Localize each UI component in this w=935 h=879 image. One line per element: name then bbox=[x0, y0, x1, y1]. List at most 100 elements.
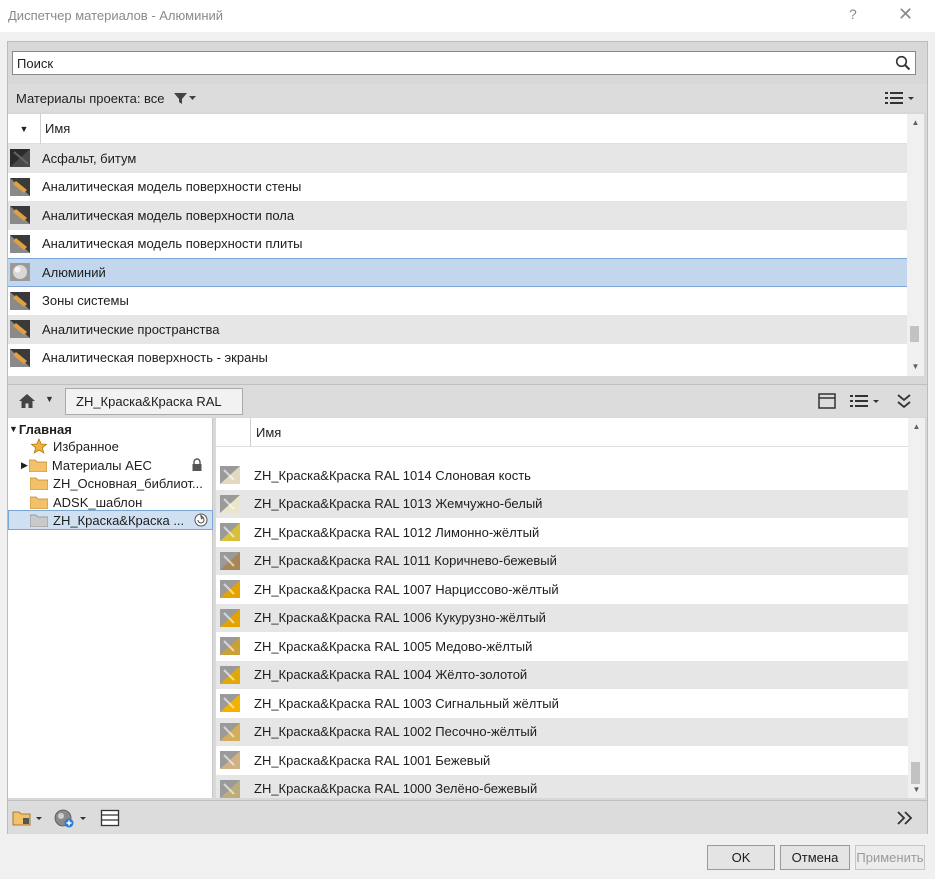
sort-indicator-icon[interactable]: ▼ bbox=[8, 124, 40, 134]
close-button[interactable]: ✕ bbox=[898, 4, 913, 25]
tree-item-label: Материалы AEC bbox=[51, 457, 152, 473]
create-material-icon[interactable] bbox=[54, 808, 88, 828]
library-material-name: ZH_Краска&Краска RAL 1012 Лимонно-жёлтый bbox=[254, 524, 540, 540]
search-input[interactable] bbox=[13, 52, 883, 74]
material-row[interactable]: Асфальт, битум bbox=[8, 144, 907, 173]
material-row[interactable]: Зоны системы bbox=[8, 286, 907, 315]
library-materials-list: Имя ZH_Краска&Краска RAL 1014 Слоновая к… bbox=[216, 418, 908, 798]
library-list-header: Имя bbox=[216, 418, 908, 447]
library-material-row[interactable]: ZH_Краска&Краска RAL 1006 Кукурузно-жёлт… bbox=[216, 603, 908, 632]
library-material-name: ZH_Краска&Краска RAL 1011 Коричнево-беже… bbox=[254, 553, 557, 569]
tree-item-aec[interactable]: ▶ Материалы AEC bbox=[21, 456, 211, 474]
material-swatch-icon bbox=[220, 608, 240, 627]
tree-item-favorites[interactable]: Избранное bbox=[30, 437, 119, 455]
star-icon bbox=[30, 438, 48, 454]
library-material-row[interactable]: ZH_Краска&Краска RAL 1001 Бежевый bbox=[216, 746, 908, 775]
library-material-row[interactable]: ZH_Краска&Краска RAL 1007 Нарциссово-жёл… bbox=[216, 575, 908, 604]
library-list-scrollbar[interactable]: ▲ ▼ bbox=[908, 418, 925, 798]
material-name: Зоны системы bbox=[42, 293, 129, 309]
expand-arrow-icon[interactable]: ▼ bbox=[9, 424, 18, 434]
tree-item-adsk[interactable]: ADSK_шаблон bbox=[30, 493, 142, 511]
material-name: Аналитическая поверхность - экраны bbox=[42, 350, 268, 366]
window-title: Диспетчер материалов - Алюминий bbox=[8, 8, 224, 23]
library-material-row[interactable]: ZH_Краска&Краска RAL 1011 Коричнево-беже… bbox=[216, 546, 908, 575]
tree-item-zh-main[interactable]: ZH_Основная_библиот... bbox=[30, 474, 203, 492]
project-list-scrollbar[interactable]: ▲ ▼ bbox=[907, 114, 924, 376]
material-swatch-icon bbox=[10, 206, 30, 225]
library-material-row[interactable]: ZH_Краска&Краска RAL 1012 Лимонно-жёлтый bbox=[216, 518, 908, 547]
chevron-down-icon bbox=[189, 95, 196, 100]
material-name: Аналитическая модель поверхности плиты bbox=[42, 236, 303, 252]
material-swatch-icon bbox=[220, 494, 240, 513]
library-view-options-icon[interactable] bbox=[848, 392, 882, 410]
library-material-row[interactable]: ZH_Краска&Краска RAL 1003 Сигнальный жёл… bbox=[216, 689, 908, 718]
material-swatch-icon bbox=[220, 665, 240, 684]
library-bar: ▼ ZH_Краска&Краска RAL bbox=[8, 384, 927, 417]
lock-icon bbox=[192, 458, 202, 471]
library-material-name: ZH_Краска&Краска RAL 1006 Кукурузно-жёлт… bbox=[254, 610, 546, 626]
column-header-name[interactable]: Имя bbox=[250, 418, 281, 447]
expand-panel-icon[interactable] bbox=[895, 810, 915, 826]
material-row[interactable]: Алюминий bbox=[8, 258, 907, 287]
library-menu-icon[interactable] bbox=[12, 809, 44, 827]
material-swatch-icon bbox=[10, 348, 30, 367]
library-material-row[interactable]: ZH_Краска&Краска RAL 1014 Слоновая кость bbox=[216, 461, 908, 490]
scroll-down-arrow-icon[interactable]: ▼ bbox=[907, 362, 924, 371]
library-tree: ▼ Главная Избранное ▶ Материалы AEC ZH_О… bbox=[8, 418, 213, 798]
column-header-name[interactable]: Имя bbox=[40, 114, 70, 144]
material-swatch-icon bbox=[10, 234, 30, 253]
material-name: Аналитическая модель поверхности стены bbox=[42, 179, 302, 195]
library-material-name: ZH_Краска&Краска RAL 1007 Нарциссово-жёл… bbox=[254, 581, 559, 597]
library-material-name: ZH_Краска&Краска RAL 1013 Жемчужно-белый bbox=[254, 496, 543, 512]
library-material-row[interactable]: ZH_Краска&Краска RAL 1005 Медово-жёлтый bbox=[216, 632, 908, 661]
library-material-row[interactable]: ZH_Краска&Краска RAL 1013 Жемчужно-белый bbox=[216, 489, 908, 518]
apply-button[interactable]: Применить bbox=[855, 845, 925, 870]
expand-arrow-icon[interactable]: ▶ bbox=[21, 460, 28, 471]
scroll-up-arrow-icon[interactable]: ▲ bbox=[908, 422, 925, 431]
tree-item-home[interactable]: ▼ Главная bbox=[9, 420, 72, 438]
scroll-up-arrow-icon[interactable]: ▲ bbox=[907, 118, 924, 127]
help-button[interactable]: ? bbox=[849, 6, 857, 22]
library-material-name: ZH_Краска&Краска RAL 1004 Жёлто-золотой bbox=[254, 667, 528, 683]
library-material-row[interactable]: ZH_Краска&Краска RAL 1000 Зелёно-бежевый bbox=[216, 774, 908, 798]
history-dropdown-icon[interactable]: ▼ bbox=[45, 394, 54, 404]
material-row[interactable]: Аналитические пространства bbox=[8, 315, 907, 344]
project-materials-list: ▼ Имя Асфальт, битум Аналитическая модель… bbox=[8, 114, 907, 376]
material-swatch-icon bbox=[220, 637, 240, 656]
breadcrumb[interactable]: ZH_Краска&Краска RAL bbox=[65, 388, 243, 415]
asset-browser-icon[interactable] bbox=[100, 809, 120, 827]
material-swatch-icon bbox=[220, 551, 240, 570]
material-swatch-icon bbox=[10, 149, 30, 168]
material-row[interactable]: Аналитическая модель поверхности плиты bbox=[8, 229, 907, 258]
material-swatch-icon bbox=[220, 751, 240, 770]
library-material-row[interactable]: ZH_Краска&Краска RAL 1004 Жёлто-золотой bbox=[216, 660, 908, 689]
material-name: Аналитические пространства bbox=[42, 321, 220, 337]
folder-icon bbox=[30, 496, 48, 509]
view-options-icon[interactable] bbox=[883, 89, 917, 107]
tree-item-zh-paint[interactable]: ZH_Краска&Краска ... bbox=[8, 510, 213, 530]
library-material-name: ZH_Краска&Краска RAL 1005 Медово-жёлтый bbox=[254, 638, 533, 654]
material-swatch-icon bbox=[220, 466, 240, 485]
tree-item-label: ZH_Основная_библиот... bbox=[53, 475, 203, 491]
scroll-down-arrow-icon[interactable]: ▼ bbox=[908, 785, 925, 794]
scroll-thumb[interactable] bbox=[910, 326, 919, 342]
scroll-thumb[interactable] bbox=[911, 762, 920, 784]
library-material-row[interactable]: ZH_Краска&Краска RAL 1002 Песочно-жёлтый bbox=[216, 717, 908, 746]
tree-item-label: Главная bbox=[18, 421, 72, 437]
ok-button[interactable]: OK bbox=[707, 845, 775, 870]
filter-icon bbox=[174, 92, 187, 104]
refresh-icon bbox=[194, 513, 208, 527]
panel-layout-icon[interactable] bbox=[817, 392, 837, 410]
library-material-name: ZH_Краска&Краска RAL 1000 Зелёно-бежевый bbox=[254, 781, 538, 797]
filter-dropdown[interactable] bbox=[174, 90, 196, 106]
material-row[interactable]: Аналитическая поверхность - экраны bbox=[8, 343, 907, 372]
collapse-chevron-icon[interactable] bbox=[895, 392, 913, 410]
home-icon[interactable] bbox=[18, 393, 36, 409]
material-row[interactable]: Аналитическая модель поверхности пола bbox=[8, 201, 907, 230]
material-row[interactable]: Аналитическая модель поверхности стены bbox=[8, 172, 907, 201]
cancel-button[interactable]: Отмена bbox=[780, 845, 850, 870]
material-name: Аналитическая модель поверхности пола bbox=[42, 207, 295, 223]
material-name: Асфальт, битум bbox=[42, 150, 137, 166]
search-icon[interactable] bbox=[895, 55, 911, 71]
bottom-toolbar bbox=[8, 800, 927, 834]
